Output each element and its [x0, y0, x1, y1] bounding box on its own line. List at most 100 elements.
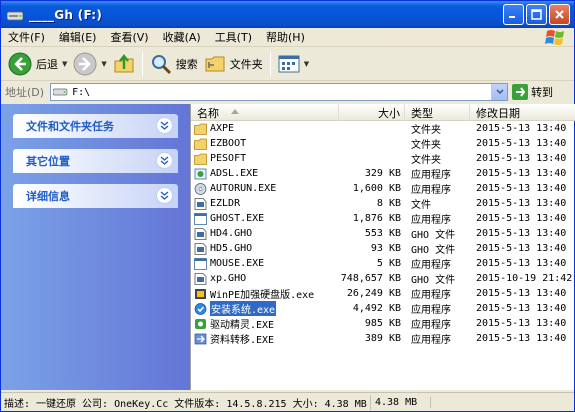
status-size: 4.38 MB	[371, 396, 431, 408]
file-name: PESOFT	[210, 153, 247, 164]
file-type: GHO 文件	[411, 245, 456, 256]
views-button[interactable]: ▼	[275, 50, 312, 78]
forward-arrow-icon	[73, 52, 97, 75]
file-name: 驱动精灵.EXE	[210, 320, 275, 331]
forward-dropdown-icon[interactable]: ▼	[101, 60, 106, 68]
go-label: 转到	[531, 86, 554, 99]
chevron-double-down-icon[interactable]	[156, 117, 173, 134]
file-row[interactable]: 驱动精灵.EXE 985 KB 应用程序 2015-5-13 13:40	[191, 316, 575, 331]
file-type: GHO 文件	[411, 275, 456, 286]
file-name: 安装系统.exe	[210, 301, 277, 316]
file-name-cell: ADSL.EXE	[191, 168, 339, 180]
window-title: ____Gh (F:)	[29, 7, 103, 22]
minimize-button[interactable]	[503, 4, 524, 25]
up-folder-icon	[114, 53, 134, 72]
file-row[interactable]: HD5.GHO 93 KB GHO 文件 2015-5-13 13:40	[191, 241, 575, 256]
file-name-cell: xp.GHO	[191, 272, 339, 285]
file-row[interactable]: EZBOOT 文件夹 2015-5-13 13:40	[191, 136, 575, 151]
chevron-double-down-icon[interactable]	[156, 187, 173, 204]
file-name: EZBOOT	[210, 138, 247, 149]
column-type[interactable]: 类型	[405, 104, 470, 121]
title-bar[interactable]: ____Gh (F:)	[1, 1, 574, 28]
file-row[interactable]: HD4.GHO 553 KB GHO 文件 2015-5-13 13:40	[191, 226, 575, 241]
back-dropdown-icon[interactable]: ▼	[62, 60, 67, 68]
file-name: GHOST.EXE	[210, 213, 265, 224]
address-dropdown-button[interactable]	[491, 84, 508, 100]
menu-help[interactable]: 帮助(H)	[259, 29, 312, 45]
file-date: 2015-5-13 13:40	[476, 123, 567, 134]
maximize-button[interactable]	[526, 4, 547, 25]
file-date: 2015-5-13 13:40	[476, 153, 567, 164]
file-list: 名称 大小 类型 修改日期 AXPE 文件夹 2015-5-13 13:40 EZBO…	[190, 104, 575, 390]
menu-file[interactable]: 文件(F)	[1, 29, 52, 45]
file-name: HD5.GHO	[210, 243, 253, 254]
file-type: 文件	[411, 200, 431, 211]
file-size: 329 KB	[364, 168, 401, 179]
minimize-icon	[509, 16, 515, 18]
task-other-places[interactable]: 其它位置	[13, 149, 178, 173]
disc-icon	[194, 182, 207, 195]
file-row[interactable]: xp.GHO 748,657 KB GHO 文件 2015-10-19 21:42	[191, 271, 575, 286]
column-header-row: 名称 大小 类型 修改日期	[191, 104, 575, 121]
toolbar-separator	[269, 51, 271, 76]
file-row[interactable]: WinPE加强硬盘版.exe 26,249 KB 应用程序 2015-5-13 13:…	[191, 286, 575, 301]
column-date[interactable]: 修改日期	[470, 104, 575, 121]
file-date: 2015-5-13 13:40	[476, 243, 567, 254]
column-name[interactable]: 名称	[191, 104, 339, 121]
file-type: 应用程序	[411, 305, 451, 316]
close-button[interactable]	[549, 4, 570, 25]
file-row[interactable]: 安装系统.exe 4,492 KB 应用程序 2015-5-13 13:40	[191, 301, 575, 316]
menu-tools[interactable]: 工具(T)	[208, 29, 259, 45]
file-name-cell: GHOST.EXE	[191, 212, 339, 225]
menu-edit[interactable]: 编辑(E)	[52, 29, 104, 45]
file-date: 2015-5-13 13:40	[476, 168, 567, 179]
file-row[interactable]: MOUSE.EXE 5 KB 应用程序 2015-5-13 13:40	[191, 256, 575, 271]
file-row[interactable]: 资料转移.EXE 389 KB 应用程序 2015-5-13 13:40	[191, 331, 575, 346]
chevron-double-down-icon[interactable]	[156, 152, 173, 169]
pe-icon	[195, 288, 206, 299]
explorer-window: ____Gh (F:) 文件(F) 编辑(E) 查看(V) 收藏(A) 工具(T…	[0, 0, 575, 412]
menu-favorites[interactable]: 收藏(A)	[156, 29, 208, 45]
file-date: 2015-5-13 13:40	[476, 333, 567, 344]
file-date: 2015-5-13 13:40	[476, 183, 567, 194]
app-icon	[194, 257, 207, 270]
file-type: 应用程序	[411, 260, 451, 271]
file-row[interactable]: PESOFT 文件夹 2015-5-13 13:40	[191, 151, 575, 166]
folders-button[interactable]: 文件夹	[201, 50, 266, 78]
file-name-cell: EZBOOT	[191, 138, 339, 150]
file-size: 5 KB	[376, 258, 401, 269]
toolbar: 后退 ▼ ▼ 搜索 文件夹 ▼	[1, 47, 574, 81]
drive-icon	[7, 11, 23, 20]
back-button[interactable]: 后退 ▼	[5, 50, 70, 78]
views-dropdown-icon[interactable]: ▼	[304, 60, 309, 68]
column-size[interactable]: 大小	[339, 104, 405, 121]
go-button[interactable]: 转到	[512, 84, 553, 100]
folder-icon	[194, 153, 207, 165]
file-size: 985 KB	[364, 318, 401, 329]
forward-button[interactable]: ▼	[70, 50, 109, 78]
file-row[interactable]: EZLDR 8 KB 文件 2015-5-13 13:40	[191, 196, 575, 211]
file-size: 389 KB	[364, 333, 401, 344]
address-input[interactable]: F:\	[50, 83, 509, 101]
file-name-cell: AXPE	[191, 123, 339, 135]
file-type: 应用程序	[411, 215, 451, 226]
file-type: 文件夹	[411, 125, 441, 136]
file-name: AUTORUN.EXE	[210, 183, 277, 194]
menu-view[interactable]: 查看(V)	[103, 29, 155, 45]
file-row[interactable]: AUTORUN.EXE 1,600 KB 应用程序 2015-5-13 13:40	[191, 181, 575, 196]
file-name: ADSL.EXE	[210, 168, 259, 179]
file-icon	[194, 197, 207, 210]
task-file-folder-tasks[interactable]: 文件和文件夹任务	[13, 114, 178, 138]
maximize-icon	[531, 9, 542, 20]
folders-label: 文件夹	[229, 57, 263, 71]
file-name-cell: 安装系统.exe	[191, 301, 339, 316]
task-details[interactable]: 详细信息	[13, 184, 178, 208]
up-folder-button[interactable]	[110, 50, 138, 78]
file-date: 2015-5-13 13:40	[476, 228, 567, 239]
search-button[interactable]: 搜索	[147, 50, 201, 78]
file-icon	[194, 242, 207, 255]
file-row[interactable]: GHOST.EXE 1,876 KB 应用程序 2015-5-13 13:40	[191, 211, 575, 226]
file-row[interactable]: ADSL.EXE 329 KB 应用程序 2015-5-13 13:40	[191, 166, 575, 181]
file-row[interactable]: AXPE 文件夹 2015-5-13 13:40	[191, 121, 575, 136]
go-arrow-icon	[512, 84, 529, 100]
